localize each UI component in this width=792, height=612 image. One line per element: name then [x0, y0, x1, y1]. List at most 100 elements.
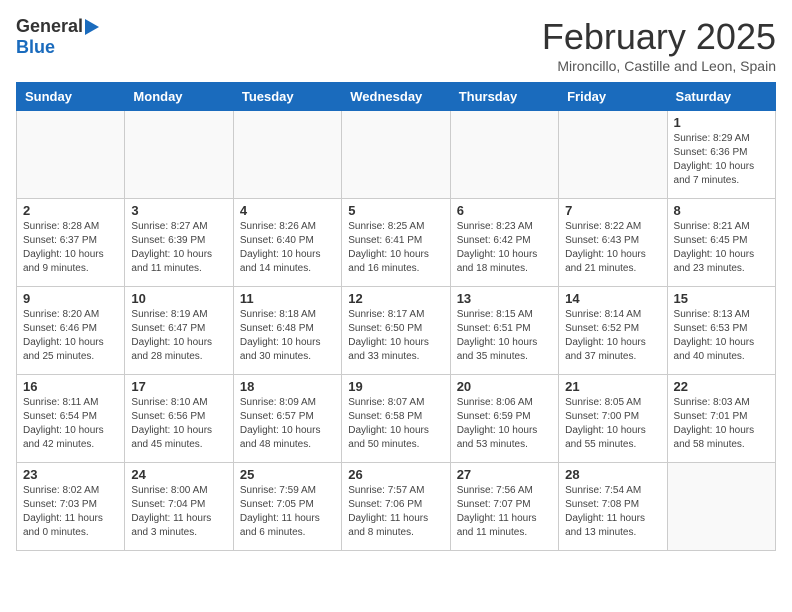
day-number: 28: [565, 467, 660, 482]
day-info: Sunrise: 8:06 AM Sunset: 6:59 PM Dayligh…: [457, 396, 552, 452]
day-info: Sunrise: 8:18 AM Sunset: 6:48 PM Dayligh…: [240, 308, 335, 364]
day-info: Sunrise: 8:13 AM Sunset: 6:53 PM Dayligh…: [674, 308, 769, 364]
calendar-cell: 15 Sunrise: 8:13 AM Sunset: 6:53 PM Dayli…: [667, 287, 775, 375]
calendar-cell: 26Sunrise: 7:57 AM Sunset: 7:06 PM Dayli…: [342, 463, 450, 551]
day-info: Sunrise: 8:03 AM Sunset: 7:01 PM Dayligh…: [674, 396, 769, 452]
calendar-cell: 9 Sunrise: 8:20 AM Sunset: 6:46 PM Daylig…: [17, 287, 125, 375]
day-info: Sunrise: 8:21 AM Sunset: 6:45 PM Dayligh…: [674, 220, 769, 276]
day-number: 27: [457, 467, 552, 482]
calendar-cell: 12 Sunrise: 8:17 AM Sunset: 6:50 PM Dayli…: [342, 287, 450, 375]
calendar-cell: 24 Sunrise: 8:00 AM Sunset: 7:04 PM Dayli…: [125, 463, 233, 551]
calendar-title: February 2025: [542, 16, 776, 58]
logo: General Blue: [16, 16, 99, 58]
calendar-cell: 2 Sunrise: 8:28 AM Sunset: 6:37 PM Daylig…: [17, 199, 125, 287]
calendar-cell: 21 Sunrise: 8:05 AM Sunset: 7:00 PM Dayli…: [559, 375, 667, 463]
day-info: Sunrise: 8:22 AM Sunset: 6:43 PM Dayligh…: [565, 220, 660, 276]
calendar-cell: 23 Sunrise: 8:02 AM Sunset: 7:03 PM Dayli…: [17, 463, 125, 551]
calendar-week-5: 23 Sunrise: 8:02 AM Sunset: 7:03 PM Dayli…: [17, 463, 776, 551]
calendar-week-3: 9 Sunrise: 8:20 AM Sunset: 6:46 PM Daylig…: [17, 287, 776, 375]
calendar-cell: 4Sunrise: 8:26 AM Sunset: 6:40 PM Daylig…: [233, 199, 341, 287]
day-number: 18: [240, 379, 335, 394]
weekday-header-row: SundayMondayTuesdayWednesdayThursdayFrid…: [17, 83, 776, 111]
day-info: Sunrise: 8:27 AM Sunset: 6:39 PM Dayligh…: [131, 220, 226, 276]
calendar-body: 1 Sunrise: 8:29 AM Sunset: 6:36 PM Daylig…: [17, 111, 776, 551]
day-number: 9: [23, 291, 118, 306]
calendar-week-2: 2 Sunrise: 8:28 AM Sunset: 6:37 PM Daylig…: [17, 199, 776, 287]
day-info: Sunrise: 8:26 AM Sunset: 6:40 PM Dayligh…: [240, 220, 335, 276]
calendar-cell: [667, 463, 775, 551]
calendar-table: SundayMondayTuesdayWednesdayThursdayFrid…: [16, 82, 776, 551]
day-number: 6: [457, 203, 552, 218]
logo-arrow-icon: [85, 19, 99, 35]
calendar-cell: 1 Sunrise: 8:29 AM Sunset: 6:36 PM Daylig…: [667, 111, 775, 199]
day-number: 12: [348, 291, 443, 306]
day-number: 23: [23, 467, 118, 482]
day-info: Sunrise: 8:07 AM Sunset: 6:58 PM Dayligh…: [348, 396, 443, 452]
calendar-cell: [17, 111, 125, 199]
day-info: Sunrise: 8:25 AM Sunset: 6:41 PM Dayligh…: [348, 220, 443, 276]
calendar-header: SundayMondayTuesdayWednesdayThursdayFrid…: [17, 83, 776, 111]
day-info: Sunrise: 8:29 AM Sunset: 6:36 PM Dayligh…: [674, 132, 769, 188]
calendar-cell: [559, 111, 667, 199]
weekday-wednesday: Wednesday: [342, 83, 450, 111]
calendar-cell: [342, 111, 450, 199]
calendar-cell: 14 Sunrise: 8:14 AM Sunset: 6:52 PM Dayli…: [559, 287, 667, 375]
day-number: 10: [131, 291, 226, 306]
weekday-sunday: Sunday: [17, 83, 125, 111]
day-info: Sunrise: 7:54 AM Sunset: 7:08 PM Dayligh…: [565, 484, 660, 540]
calendar-cell: 3 Sunrise: 8:27 AM Sunset: 6:39 PM Daylig…: [125, 199, 233, 287]
day-number: 20: [457, 379, 552, 394]
day-number: 14: [565, 291, 660, 306]
day-info: Sunrise: 8:09 AM Sunset: 6:57 PM Dayligh…: [240, 396, 335, 452]
calendar-cell: 28 Sunrise: 7:54 AM Sunset: 7:08 PM Dayli…: [559, 463, 667, 551]
calendar-cell: [233, 111, 341, 199]
calendar-cell: 6 Sunrise: 8:23 AM Sunset: 6:42 PM Daylig…: [450, 199, 558, 287]
calendar-cell: 13 Sunrise: 8:15 AM Sunset: 6:51 PM Dayli…: [450, 287, 558, 375]
calendar-cell: 11 Sunrise: 8:18 AM Sunset: 6:48 PM Dayli…: [233, 287, 341, 375]
day-number: 8: [674, 203, 769, 218]
day-info: Sunrise: 8:00 AM Sunset: 7:04 PM Dayligh…: [131, 484, 226, 540]
day-info: Sunrise: 7:59 AM Sunset: 7:05 PM Dayligh…: [240, 484, 335, 540]
calendar-cell: 27 Sunrise: 7:56 AM Sunset: 7:07 PM Dayli…: [450, 463, 558, 551]
day-number: 19: [348, 379, 443, 394]
title-section: February 2025 Mironcillo, Castille and L…: [542, 16, 776, 74]
weekday-thursday: Thursday: [450, 83, 558, 111]
day-info: Sunrise: 8:02 AM Sunset: 7:03 PM Dayligh…: [23, 484, 118, 540]
weekday-friday: Friday: [559, 83, 667, 111]
day-info: Sunrise: 8:20 AM Sunset: 6:46 PM Dayligh…: [23, 308, 118, 364]
day-number: 2: [23, 203, 118, 218]
day-number: 5: [348, 203, 443, 218]
calendar-cell: 8 Sunrise: 8:21 AM Sunset: 6:45 PM Daylig…: [667, 199, 775, 287]
logo-blue-text: Blue: [16, 37, 55, 57]
day-info: Sunrise: 8:23 AM Sunset: 6:42 PM Dayligh…: [457, 220, 552, 276]
day-number: 22: [674, 379, 769, 394]
calendar-cell: 10 Sunrise: 8:19 AM Sunset: 6:47 PM Dayli…: [125, 287, 233, 375]
day-info: Sunrise: 8:11 AM Sunset: 6:54 PM Dayligh…: [23, 396, 118, 452]
day-info: Sunrise: 8:17 AM Sunset: 6:50 PM Dayligh…: [348, 308, 443, 364]
day-number: 24: [131, 467, 226, 482]
day-info: Sunrise: 8:19 AM Sunset: 6:47 PM Dayligh…: [131, 308, 226, 364]
day-number: 11: [240, 291, 335, 306]
day-number: 1: [674, 115, 769, 130]
day-info: Sunrise: 7:57 AM Sunset: 7:06 PM Dayligh…: [348, 484, 443, 540]
day-number: 17: [131, 379, 226, 394]
day-info: Sunrise: 7:56 AM Sunset: 7:07 PM Dayligh…: [457, 484, 552, 540]
day-info: Sunrise: 8:14 AM Sunset: 6:52 PM Dayligh…: [565, 308, 660, 364]
day-number: 15: [674, 291, 769, 306]
calendar-week-1: 1 Sunrise: 8:29 AM Sunset: 6:36 PM Daylig…: [17, 111, 776, 199]
day-number: 3: [131, 203, 226, 218]
day-info: Sunrise: 8:05 AM Sunset: 7:00 PM Dayligh…: [565, 396, 660, 452]
calendar-subtitle: Mironcillo, Castille and Leon, Spain: [542, 58, 776, 74]
calendar-cell: 20 Sunrise: 8:06 AM Sunset: 6:59 PM Dayli…: [450, 375, 558, 463]
day-number: 7: [565, 203, 660, 218]
page-header: General Blue February 2025 Mironcillo, C…: [16, 16, 776, 74]
day-info: Sunrise: 8:15 AM Sunset: 6:51 PM Dayligh…: [457, 308, 552, 364]
weekday-saturday: Saturday: [667, 83, 775, 111]
day-info: Sunrise: 8:28 AM Sunset: 6:37 PM Dayligh…: [23, 220, 118, 276]
day-number: 21: [565, 379, 660, 394]
day-number: 13: [457, 291, 552, 306]
weekday-tuesday: Tuesday: [233, 83, 341, 111]
calendar-cell: 25 Sunrise: 7:59 AM Sunset: 7:05 PM Dayli…: [233, 463, 341, 551]
day-number: 25: [240, 467, 335, 482]
calendar-cell: [125, 111, 233, 199]
